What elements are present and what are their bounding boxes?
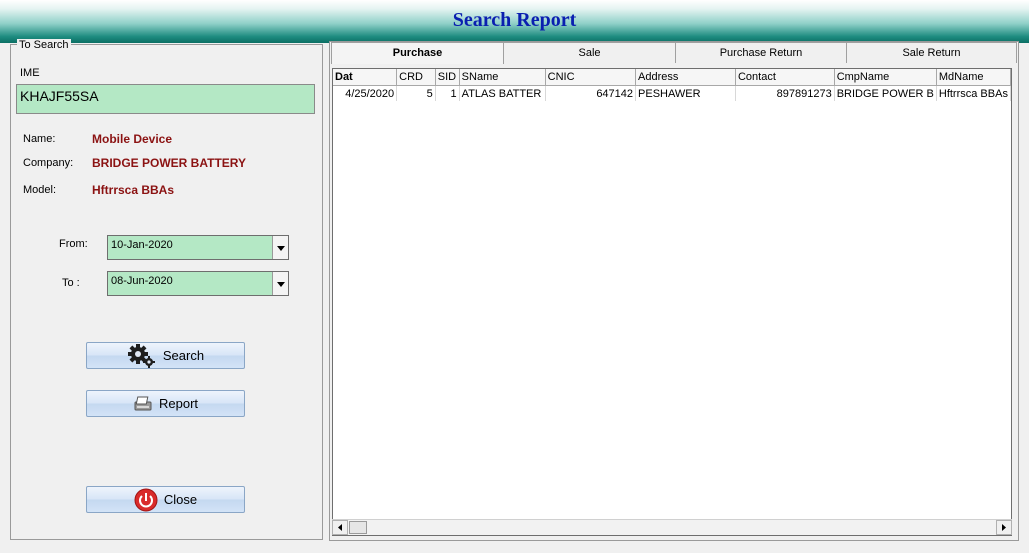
- close-button[interactable]: Close: [86, 486, 245, 513]
- to-label: To :: [62, 277, 80, 289]
- tab-purchase[interactable]: Purchase: [331, 42, 504, 64]
- gear-icon: [127, 343, 157, 369]
- grid-header-row: Dat CRD SID SName CNIC Address Contact C…: [333, 69, 1011, 86]
- cell-address: PESHAWER: [635, 85, 736, 101]
- tab-sale-return[interactable]: Sale Return: [846, 42, 1017, 63]
- name-value: Mobile Device: [92, 132, 173, 146]
- column-header[interactable]: CNIC: [545, 69, 637, 86]
- table-row[interactable]: 4/25/2020 5 1 ATLAS BATTER 647142 PESHAW…: [333, 85, 1011, 101]
- column-header[interactable]: CmpName: [834, 69, 937, 86]
- ime-input[interactable]: KHAJF55SA: [16, 84, 315, 114]
- cell-cmpname: BRIDGE POWER B: [834, 85, 937, 101]
- close-button-label: Close: [163, 492, 198, 507]
- from-date-value: 10-Jan-2020: [111, 239, 173, 251]
- search-button[interactable]: Search: [86, 342, 245, 369]
- printer-icon: [133, 396, 153, 412]
- tab-purchase-return[interactable]: Purchase Return: [675, 42, 847, 63]
- cell-cnic: 647142: [545, 85, 637, 101]
- column-header[interactable]: Address: [635, 69, 736, 86]
- report-button-label: Report: [158, 396, 199, 411]
- cell-date: 4/25/2020: [333, 85, 398, 101]
- search-button-label: Search: [162, 348, 205, 363]
- column-header[interactable]: MdName: [936, 69, 1011, 86]
- scroll-thumb[interactable]: [349, 521, 367, 534]
- horizontal-scrollbar[interactable]: [332, 519, 1012, 535]
- title-bar: Search Report: [0, 0, 1029, 43]
- tab-sale[interactable]: Sale: [503, 42, 676, 63]
- cell-mdname: Hftrrsca BBAs: [936, 85, 1011, 101]
- column-header[interactable]: SID: [435, 69, 460, 86]
- to-date-value: 08-Jun-2020: [111, 275, 173, 287]
- scroll-left-icon[interactable]: [332, 520, 348, 535]
- ime-label: IME: [20, 67, 40, 79]
- company-value: BRIDGE POWER BATTERY: [92, 156, 247, 170]
- from-date-picker[interactable]: 10-Jan-2020: [107, 235, 289, 260]
- cell-crd: 5: [396, 85, 436, 101]
- power-icon: [134, 488, 158, 512]
- scroll-right-icon[interactable]: [996, 520, 1012, 535]
- cell-sname: ATLAS BATTER: [459, 85, 546, 101]
- model-value: Hftrrsca BBAs: [92, 183, 175, 197]
- cell-sid: 1: [435, 85, 460, 101]
- report-button[interactable]: Report: [86, 390, 245, 417]
- window-title: Search Report: [452, 9, 577, 31]
- from-label: From:: [59, 238, 88, 250]
- chevron-down-icon[interactable]: [272, 272, 288, 295]
- to-date-picker[interactable]: 08-Jun-2020: [107, 271, 289, 296]
- results-grid[interactable]: Dat CRD SID SName CNIC Address Contact C…: [332, 68, 1012, 536]
- column-header[interactable]: SName: [459, 69, 546, 86]
- chevron-down-icon[interactable]: [272, 236, 288, 259]
- column-header[interactable]: CRD: [396, 69, 436, 86]
- name-label: Name:: [23, 133, 56, 145]
- model-label: Model:: [23, 184, 57, 196]
- cell-contact: 897891273: [735, 85, 835, 101]
- search-group-label: To Search: [17, 39, 71, 51]
- company-label: Company:: [23, 157, 74, 169]
- column-header[interactable]: Dat: [333, 69, 398, 86]
- column-header[interactable]: Contact: [735, 69, 835, 86]
